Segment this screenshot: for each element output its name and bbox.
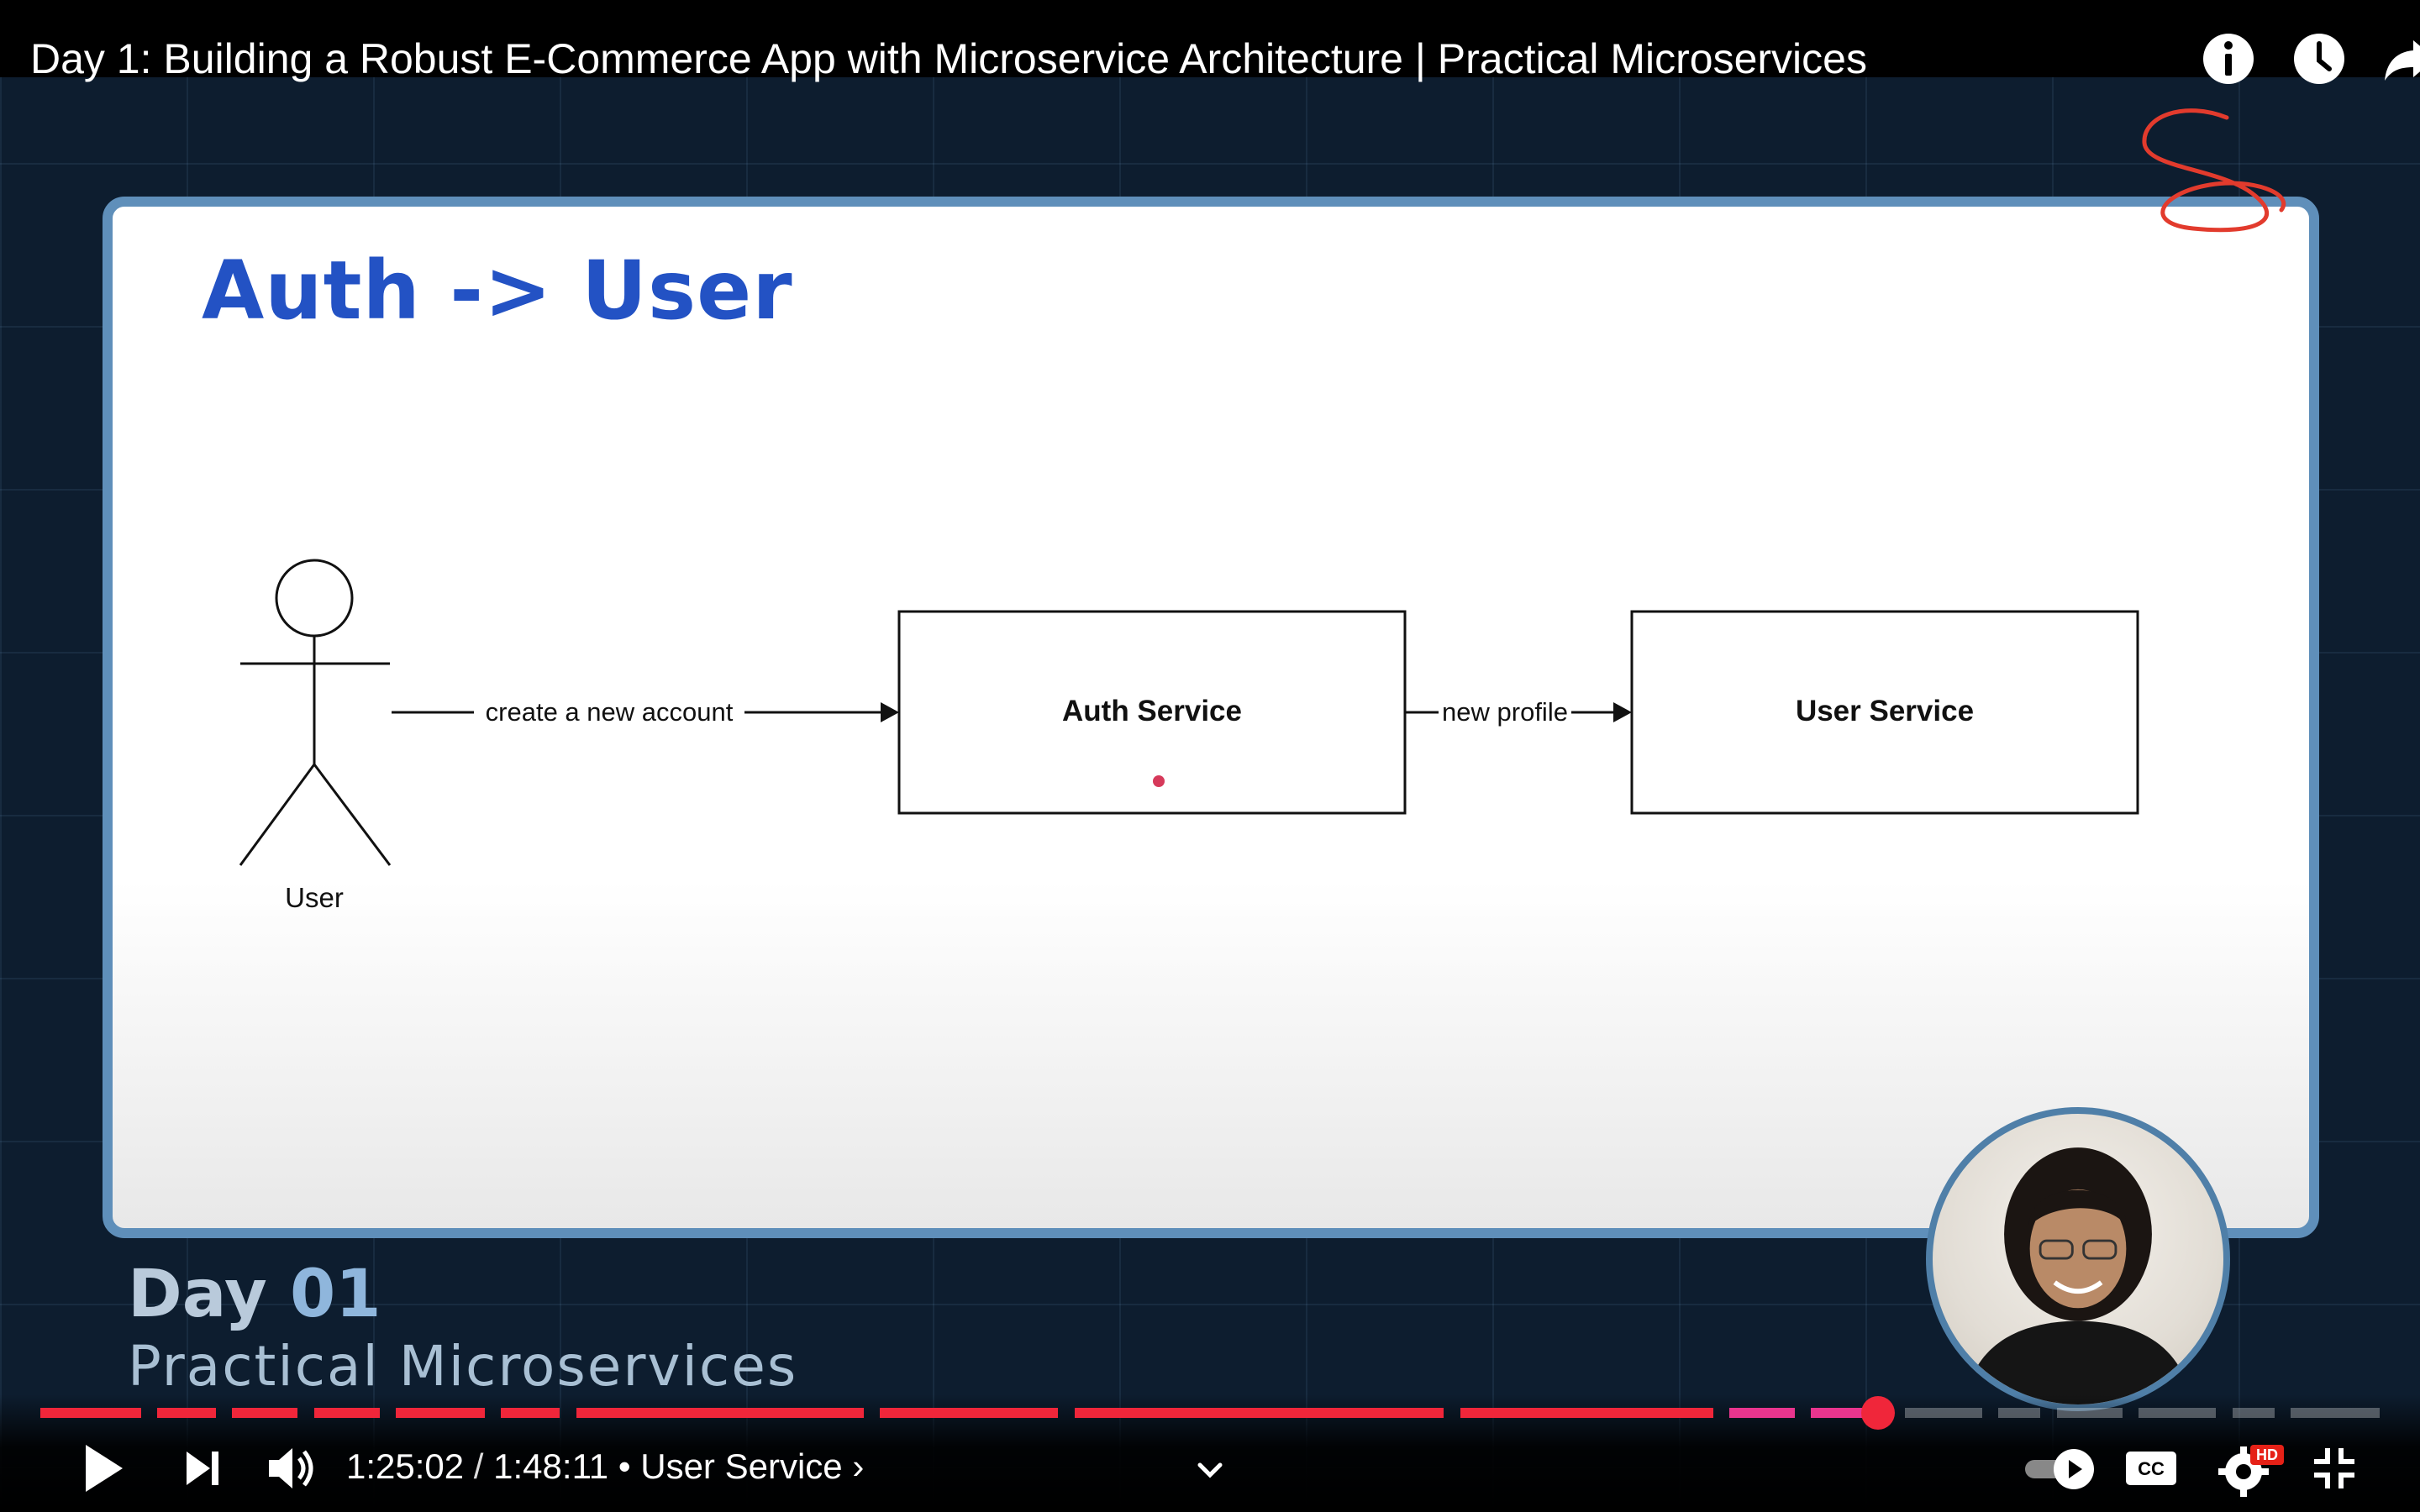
autoplay-toggle[interactable] [2020, 1435, 2104, 1502]
exit-fullscreen-button[interactable] [2301, 1435, 2368, 1502]
arrowhead-icon [881, 702, 899, 722]
share-icon[interactable] [2376, 25, 2420, 92]
progress-played-segment [1074, 1408, 1444, 1418]
chapter-title: User Service [640, 1446, 843, 1486]
slide-card: Auth -> User User create a new account A… [103, 197, 2319, 1238]
progress-played-segment [232, 1408, 298, 1418]
course-name: Practical Microservices [128, 1334, 798, 1399]
captions-button[interactable]: CC [2118, 1435, 2185, 1502]
progress-played-segment [396, 1408, 485, 1418]
progress-played-segment [576, 1408, 864, 1418]
volume-button[interactable] [257, 1435, 324, 1502]
info-icon[interactable] [2195, 25, 2262, 92]
presenter-webcam [1926, 1107, 2230, 1411]
day-word: Day [128, 1257, 267, 1332]
video-title[interactable]: Day 1: Building a Robust E-Commerce App … [30, 34, 1867, 84]
cursor-dot [1153, 775, 1165, 787]
actor-label: User [285, 882, 344, 913]
video-frame[interactable]: Day 1: Building a Robust E-Commerce App … [0, 0, 2420, 1512]
presenter-avatar-icon [1965, 1147, 2191, 1404]
progress-played-segment [157, 1408, 216, 1418]
duration: 1:48:11 [493, 1446, 609, 1486]
current-time: 1:25:02 [346, 1446, 465, 1486]
sequence-diagram: User create a new account Auth Service n… [239, 559, 2139, 913]
play-button[interactable] [71, 1435, 138, 1502]
progress-remaining-segment [1904, 1408, 1982, 1418]
user-actor-icon [239, 559, 392, 866]
day-number: 01 [289, 1257, 381, 1332]
next-button[interactable] [168, 1435, 235, 1502]
progress-remaining-segment [2139, 1408, 2217, 1418]
chevron-right-icon: › [852, 1446, 865, 1486]
settings-button[interactable]: HD [2212, 1435, 2287, 1502]
chevron-down-icon[interactable] [1176, 1438, 1244, 1505]
progress-played-segment [1460, 1408, 1713, 1418]
progress-played-segment [313, 1408, 380, 1418]
watch-later-icon[interactable] [2286, 25, 2353, 92]
quality-badge: HD [2256, 1446, 2278, 1463]
time-display: 1:25:02 / 1:48:11 • User Service › [346, 1443, 864, 1490]
progress-played-segment [880, 1408, 1059, 1418]
progress-bar[interactable] [40, 1396, 2380, 1430]
progress-played-segment [501, 1408, 560, 1418]
progress-remaining-segment [1998, 1408, 2041, 1418]
edge2-label: new profile [1442, 697, 1568, 727]
auth-service-label: Auth Service [1062, 695, 1242, 727]
pen-scribble-annotation [2142, 108, 2286, 233]
chapter-bullet: • [618, 1446, 631, 1486]
time-separator: / [464, 1446, 494, 1486]
day-heading: Day 01 [128, 1257, 381, 1332]
progress-remaining-segment [2291, 1408, 2380, 1418]
arrowhead-icon [1613, 702, 1632, 722]
progress-played-segment [1729, 1408, 1795, 1418]
progress-played-segment [40, 1408, 141, 1418]
progress-remaining-segment [2232, 1408, 2275, 1418]
progress-scrubber[interactable] [1860, 1396, 1895, 1430]
progress-remaining-segment [2056, 1408, 2123, 1418]
edge1-label: create a new account [486, 697, 734, 727]
user-service-label: User Service [1796, 695, 1974, 727]
svg-text:CC: CC [2138, 1458, 2165, 1479]
chapter-button[interactable]: • User Service › [618, 1446, 864, 1486]
